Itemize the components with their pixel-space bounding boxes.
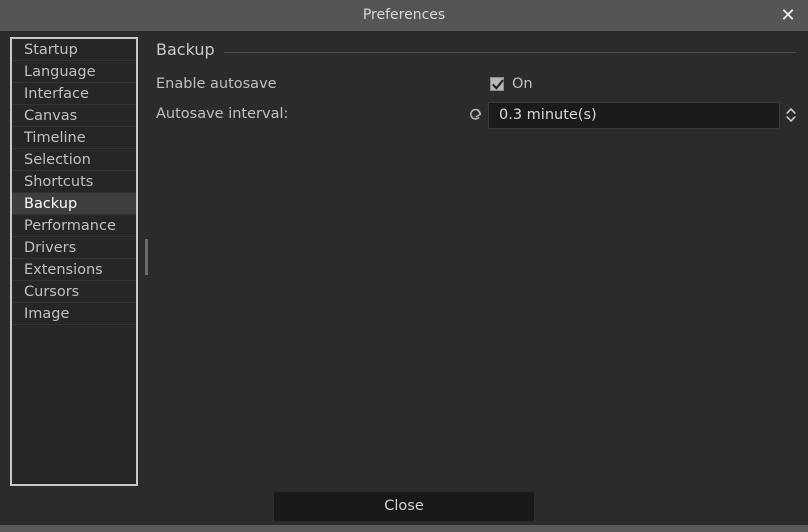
bottom-strip [0, 525, 808, 532]
enable-autosave-row: Enable autosave On [156, 72, 796, 96]
window-title: Preferences [362, 7, 446, 23]
autosave-interval-input[interactable]: 0.3 minute(s) [488, 102, 780, 129]
sidebar-item-timeline[interactable]: Timeline [12, 127, 136, 149]
sidebar-item-backup[interactable]: Backup [12, 193, 136, 215]
autosave-interval-label: Autosave interval: [156, 106, 289, 122]
group-header: Backup [156, 39, 796, 61]
group-title: Backup [156, 39, 223, 61]
group-divider [224, 52, 796, 53]
preferences-dialog: Preferences ✕ Startup Language Interface Ca… [0, 0, 808, 532]
sidebar-item-language[interactable]: Language [12, 61, 136, 83]
category-list-scrollbar-handle[interactable] [145, 239, 148, 275]
checkmark-icon [490, 77, 504, 91]
sidebar-item-drivers[interactable]: Drivers [12, 237, 136, 259]
settings-pane: Backup Enable autosave On Autosave inter [156, 31, 796, 491]
sidebar-item-shortcuts[interactable]: Shortcuts [12, 171, 136, 193]
close-icon[interactable]: ✕ [772, 0, 804, 31]
sidebar-item-selection[interactable]: Selection [12, 149, 136, 171]
sidebar-item-canvas[interactable]: Canvas [12, 105, 136, 127]
sidebar-item-extensions[interactable]: Extensions [12, 259, 136, 281]
close-button[interactable]: Close [274, 492, 534, 521]
enable-autosave-checkbox[interactable]: On [490, 74, 533, 94]
up-down-chevron-icon[interactable] [784, 104, 798, 126]
title-bar: Preferences ✕ [0, 0, 808, 31]
category-list[interactable]: Startup Language Interface Canvas Timeline Se… [10, 37, 138, 486]
reset-icon[interactable] [467, 105, 485, 123]
autosave-interval-row: Autosave interval: 0.3 minute(s) [156, 102, 798, 129]
autosave-interval-value: 0.3 minute(s) [499, 107, 597, 123]
enable-autosave-state: On [512, 76, 533, 92]
sidebar-item-cursors[interactable]: Cursors [12, 281, 136, 303]
sidebar-item-performance[interactable]: Performance [12, 215, 136, 237]
category-list-inner: Startup Language Interface Canvas Timeline Se… [12, 39, 136, 325]
sidebar-item-interface[interactable]: Interface [12, 83, 136, 105]
dialog-body: Startup Language Interface Canvas Timeline Se… [0, 31, 808, 525]
sidebar-item-image[interactable]: Image [12, 303, 136, 325]
enable-autosave-label: Enable autosave [156, 76, 277, 92]
sidebar-item-startup[interactable]: Startup [12, 39, 136, 61]
